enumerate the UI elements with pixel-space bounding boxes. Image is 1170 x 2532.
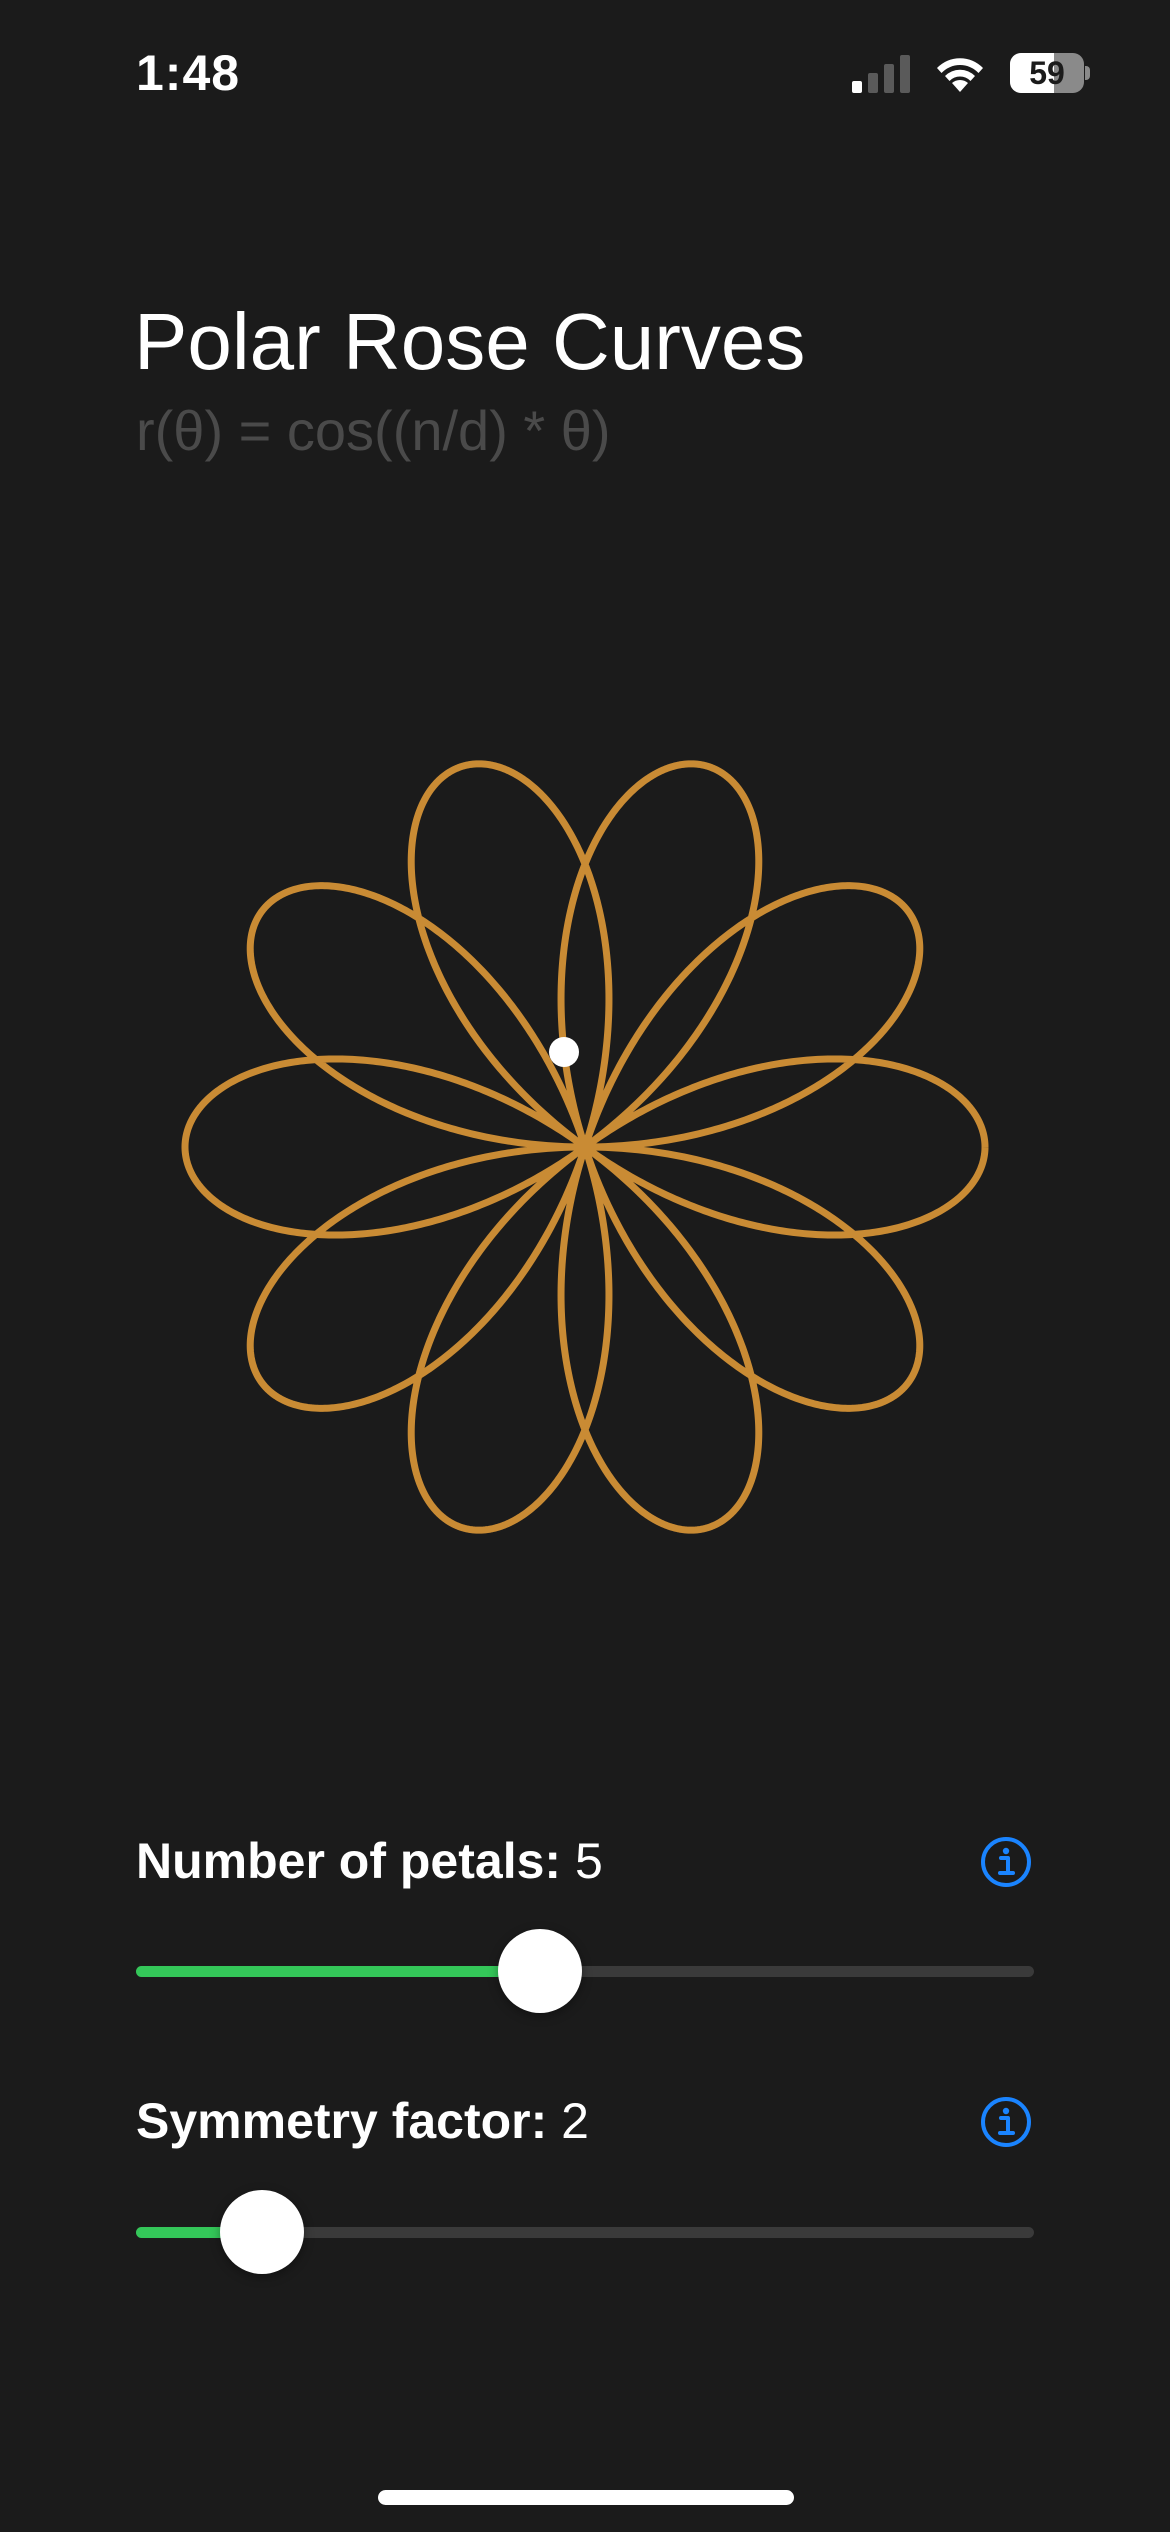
petals-slider[interactable] bbox=[136, 1929, 1034, 2013]
battery-icon: 59 bbox=[1010, 53, 1090, 93]
petals-value: 5 bbox=[574, 1833, 603, 1889]
symmetry-label: Symmetry factor: 2 bbox=[136, 2092, 589, 2150]
battery-level: 59 bbox=[1029, 55, 1065, 91]
info-circle-icon[interactable] bbox=[980, 1836, 1032, 1888]
petals-label: Number of petals: 5 bbox=[136, 1832, 603, 1890]
status-time: 1:48 bbox=[136, 45, 241, 101]
symmetry-slider[interactable] bbox=[136, 2190, 1034, 2274]
tracer-dot bbox=[549, 1037, 579, 1067]
page-title: Polar Rose Curves bbox=[134, 297, 806, 386]
cellular-signal-icon bbox=[852, 55, 910, 93]
home-indicator[interactable] bbox=[378, 2490, 794, 2505]
screen: 1:48 59 Polar Rose Curves r(θ) = cos((n/… bbox=[0, 0, 1170, 2532]
petals-slider-thumb[interactable] bbox=[498, 1929, 583, 2013]
petals-slider-fill bbox=[136, 1966, 541, 1977]
symmetry-slider-thumb[interactable] bbox=[219, 2190, 304, 2274]
info-circle-icon[interactable] bbox=[980, 2096, 1032, 2148]
symmetry-label-name: Symmetry factor: bbox=[136, 2093, 548, 2149]
petals-label-name: Number of petals: bbox=[136, 1833, 562, 1889]
wifi-icon bbox=[937, 58, 983, 92]
rose-curve bbox=[181, 760, 989, 1534]
formula-subtitle: r(θ) = cos((n/d) * θ) bbox=[136, 399, 611, 462]
status-icons: 59 bbox=[852, 52, 1090, 94]
symmetry-value: 2 bbox=[561, 2093, 589, 2149]
